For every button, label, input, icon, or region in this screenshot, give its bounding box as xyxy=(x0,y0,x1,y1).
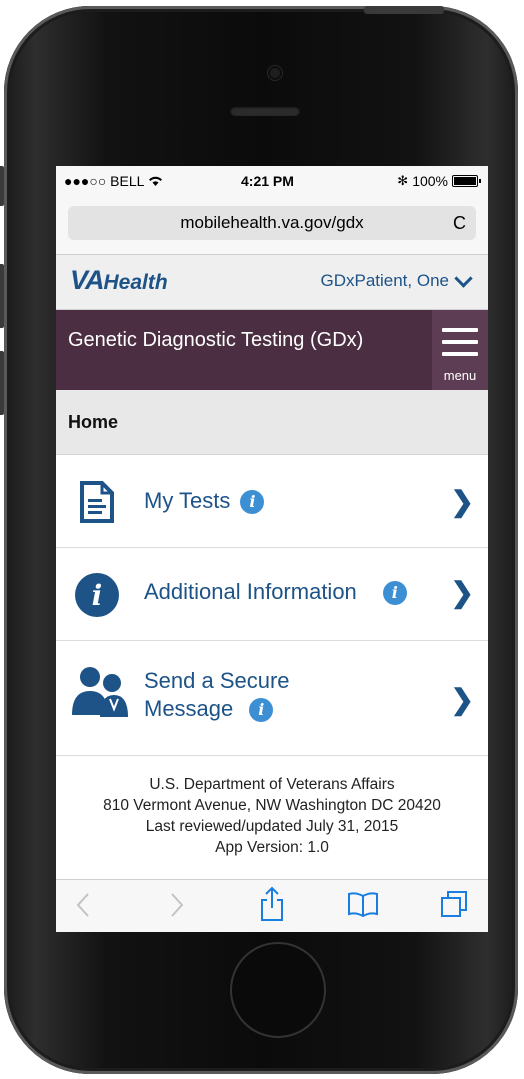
bluetooth-icon: ✻ xyxy=(397,173,409,188)
list-item-label: My Tests i xyxy=(144,487,265,515)
chevron-right-icon: ❯ xyxy=(450,684,474,715)
carrier-label: ●●●○○ BELL xyxy=(64,173,144,189)
mute-switch xyxy=(0,166,4,206)
document-icon xyxy=(80,481,114,523)
app-title-bar: Genetic Diagnostic Testing (GDx) menu xyxy=(56,310,488,390)
send-secure-label-line1: Send a Secure xyxy=(144,668,290,693)
front-camera xyxy=(268,66,282,80)
footer-version: App Version: 1.0 xyxy=(215,839,329,856)
menu-button[interactable]: menu xyxy=(432,310,488,390)
logo-health: Health xyxy=(103,271,168,294)
user-name: GDxPatient, One xyxy=(320,271,449,290)
hamburger-line xyxy=(442,340,478,344)
url-text: mobilehealth.va.gov/gdx xyxy=(180,213,364,232)
carrier-signal: ●●●○○ BELL xyxy=(64,173,163,189)
info-circle-icon: i xyxy=(75,573,119,617)
status-bar: ●●●○○ BELL 4:21 PM ✻ 100% xyxy=(56,166,488,196)
browser-bar: mobilehealth.va.gov/gdx C xyxy=(56,196,488,255)
status-right: ✻ 100% xyxy=(397,173,481,189)
site-header: VAHealth GDxPatient, One xyxy=(56,255,488,310)
list-item-label: Additional Information i xyxy=(144,578,407,606)
wifi-icon xyxy=(148,176,162,186)
share-icon[interactable] xyxy=(258,886,286,922)
logo-va: VA xyxy=(70,265,105,295)
bookmarks-icon[interactable] xyxy=(346,890,380,918)
list-item-label: Send a Secure Message i xyxy=(144,667,290,723)
app-title: Genetic Diagnostic Testing (GDx) xyxy=(68,329,364,351)
chevron-right-icon: ❯ xyxy=(450,486,474,517)
browser-toolbar xyxy=(56,879,488,932)
footer-org: U.S. Department of Veterans Affairs xyxy=(149,776,395,793)
earpiece-speaker xyxy=(230,106,300,116)
list-item-send-secure-message[interactable]: Send a Secure Message i ❯ xyxy=(56,641,488,756)
additional-information-label: Additional Information xyxy=(144,579,357,604)
list-item-my-tests[interactable]: My Tests i ❯ xyxy=(56,455,488,548)
tabs-icon[interactable] xyxy=(438,888,470,920)
battery-percent: 100% xyxy=(412,173,448,189)
menu-label: menu xyxy=(443,368,477,383)
people-icon xyxy=(72,667,128,717)
reload-icon[interactable]: C xyxy=(453,213,466,234)
chevron-down-icon xyxy=(454,268,473,288)
hamburger-line xyxy=(442,352,478,356)
footer-reviewed: Last reviewed/updated July 31, 2015 xyxy=(145,818,399,835)
footer-address: 810 Vermont Avenue, NW Washington DC 204… xyxy=(103,797,441,814)
phone-screen: ●●●○○ BELL 4:21 PM ✻ 100% mobilehealth.v… xyxy=(56,166,488,932)
info-icon[interactable]: i xyxy=(240,490,265,515)
chevron-right-icon: ❯ xyxy=(450,577,474,608)
user-menu[interactable]: GDxPatient, One xyxy=(320,268,473,291)
battery-icon xyxy=(452,175,481,187)
volume-down-button xyxy=(0,351,4,415)
url-field[interactable]: mobilehealth.va.gov/gdx C xyxy=(68,206,476,240)
send-secure-label-line2: Message xyxy=(144,696,234,721)
power-button xyxy=(364,6,444,14)
list-item-additional-information[interactable]: i Additional Information i ❯ xyxy=(56,548,488,641)
my-tests-label: My Tests xyxy=(144,488,231,513)
forward-icon[interactable] xyxy=(166,890,186,920)
back-icon[interactable] xyxy=(74,890,94,920)
hamburger-line xyxy=(442,328,478,332)
breadcrumb: Home xyxy=(56,390,488,455)
info-icon[interactable]: i xyxy=(249,698,274,723)
volume-up-button xyxy=(0,264,4,328)
svg-text:i: i xyxy=(92,579,103,612)
info-icon[interactable]: i xyxy=(382,581,407,606)
breadcrumb-current: Home xyxy=(68,412,119,432)
page-footer: U.S. Department of Veterans Affairs 810 … xyxy=(56,756,488,858)
va-health-logo[interactable]: VAHealth xyxy=(70,265,168,296)
clock: 4:21 PM xyxy=(241,173,294,189)
home-button[interactable] xyxy=(230,942,326,1038)
